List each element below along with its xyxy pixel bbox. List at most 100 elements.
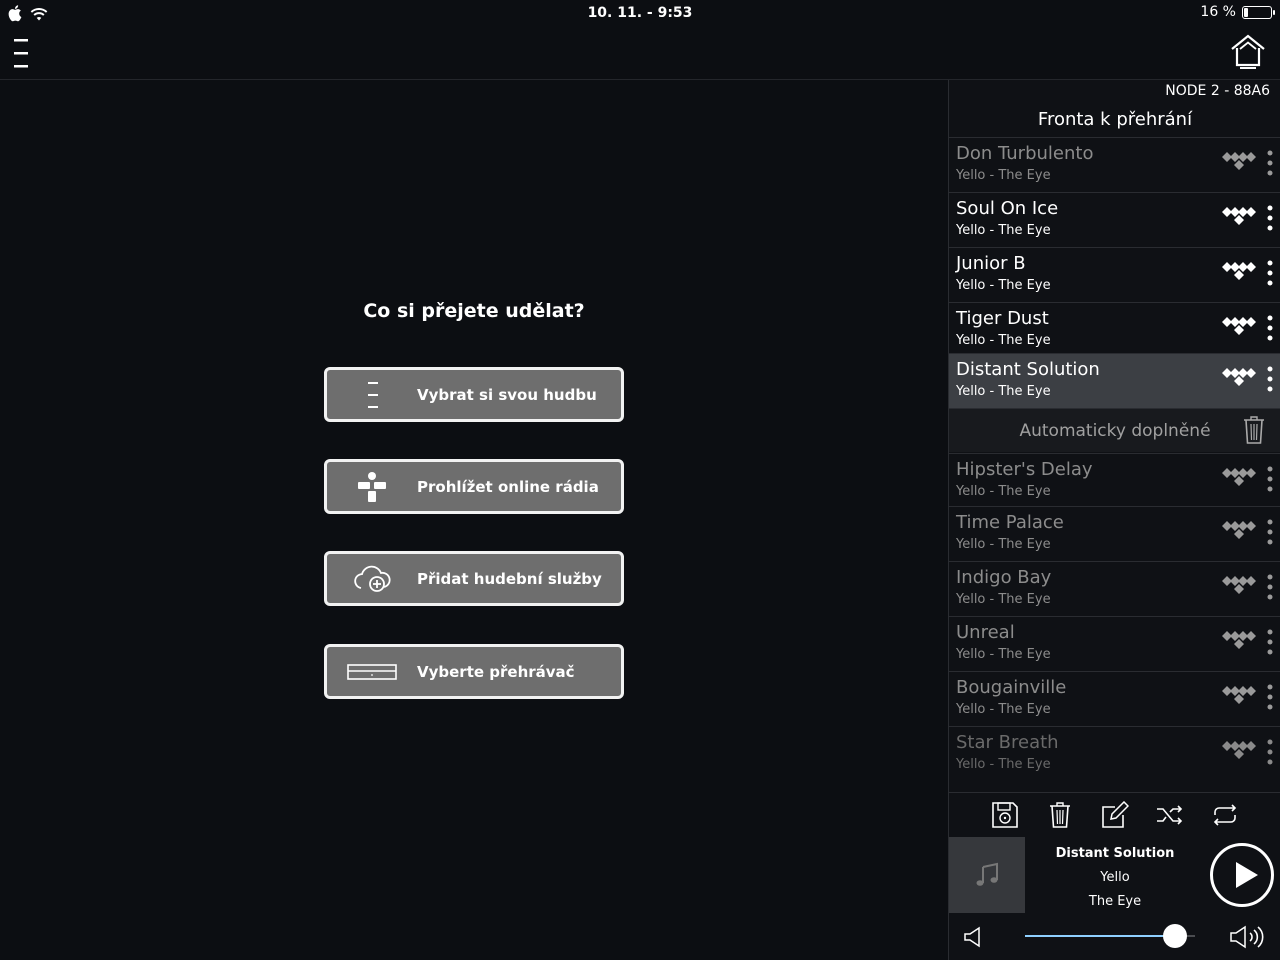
edit-queue-icon[interactable] [1100, 800, 1130, 830]
more-options-icon[interactable] [1265, 364, 1275, 396]
clear-queue-trash-icon[interactable] [1045, 800, 1075, 830]
track-title: Unreal [956, 622, 1015, 643]
queue-panel: NODE 2 - 88A6 Fronta k přehrání Don Turb… [948, 80, 1280, 960]
now-playing-title: Distant Solution [1055, 846, 1175, 861]
volume-knob[interactable] [1162, 924, 1187, 948]
track-subtitle: Yello - The Eye [956, 702, 1051, 717]
battery-icon [1242, 5, 1275, 19]
queue-item-current[interactable]: Distant Solution Yello - The Eye [949, 353, 1280, 408]
queue-item[interactable]: Tiger Dust Yello - The Eye [949, 302, 1280, 357]
add-services-button[interactable]: Přidat hudební služby [324, 551, 624, 606]
tidal-icon [1221, 575, 1259, 603]
queue-toolbar [949, 792, 1280, 836]
more-options-icon[interactable] [1265, 517, 1275, 549]
menu-button[interactable] [10, 36, 36, 70]
tidal-icon [1221, 685, 1259, 713]
add-services-label: Přidat hudební služby [417, 569, 602, 588]
queue-item[interactable]: Unreal Yello - The Eye [949, 616, 1280, 671]
track-title: Tiger Dust [956, 308, 1049, 329]
choose-music-label: Vybrat si svou hudbu [417, 385, 597, 404]
track-subtitle: Yello - The Eye [956, 757, 1051, 772]
choose-music-button[interactable]: Vybrat si svou hudbu [324, 367, 624, 422]
music-note-icon [976, 862, 998, 886]
battery-percent: 16 % [1200, 4, 1236, 20]
track-subtitle: Yello - The Eye [956, 223, 1051, 238]
play-button[interactable] [1210, 843, 1274, 907]
hamburger-icon [14, 39, 28, 68]
track-subtitle: Yello - The Eye [956, 592, 1051, 607]
volume-low-icon[interactable] [963, 926, 983, 952]
clock: 10. 11. - 9:53 [587, 5, 693, 21]
more-options-icon[interactable] [1265, 627, 1275, 659]
player-device-icon [327, 663, 417, 681]
track-subtitle: Yello - The Eye [956, 278, 1051, 293]
more-options-icon[interactable] [1265, 682, 1275, 714]
volume-control [949, 916, 1280, 960]
more-options-icon[interactable] [1265, 148, 1275, 180]
home-button[interactable] [1228, 32, 1268, 72]
browse-radio-button[interactable]: Prohlížet online rádia [324, 459, 624, 514]
tidal-icon [1221, 740, 1259, 768]
tidal-icon [1221, 630, 1259, 658]
track-subtitle: Yello - The Eye [956, 647, 1051, 662]
node-name: NODE 2 - 88A6 [1165, 83, 1270, 99]
queue-item[interactable]: Don Turbulento Yello - The Eye [949, 137, 1280, 192]
track-title: Indigo Bay [956, 567, 1052, 588]
queue-item[interactable]: Soul On Ice Yello - The Eye [949, 192, 1280, 247]
now-playing-album: The Eye [1088, 894, 1142, 909]
track-title: Star Breath [956, 732, 1059, 753]
more-options-icon[interactable] [1265, 313, 1275, 345]
track-subtitle: Yello - The Eye [956, 537, 1051, 552]
page-title: Co si přejete udělat? [363, 300, 585, 322]
tidal-icon [1221, 151, 1259, 179]
queue-item[interactable]: Bougainville Yello - The Eye [949, 671, 1280, 726]
browse-radio-label: Prohlížet online rádia [417, 477, 599, 496]
volume-slider[interactable] [1025, 924, 1195, 948]
tidal-icon [1221, 520, 1259, 548]
track-subtitle: Yello - The Eye [956, 484, 1051, 499]
queue-item[interactable]: Star Breath Yello - The Eye [949, 726, 1280, 781]
track-subtitle: Yello - The Eye [956, 333, 1051, 348]
queue-item[interactable]: Indigo Bay Yello - The Eye [949, 561, 1280, 616]
main-area: Co si přejete udělat? Vybrat si svou hud… [0, 80, 948, 960]
tidal-icon [1221, 367, 1259, 395]
more-options-icon[interactable] [1265, 258, 1275, 290]
album-art[interactable] [949, 837, 1025, 913]
track-title: Hipster's Delay [956, 459, 1093, 480]
clear-auto-trash-icon[interactable] [1243, 415, 1265, 449]
now-playing-info: Distant Solution Yello The Eye [1029, 842, 1201, 914]
choose-player-label: Vyberte přehrávač [417, 662, 575, 681]
tidal-icon [1221, 316, 1259, 344]
volume-high-icon[interactable] [1229, 924, 1269, 954]
tunein-icon [327, 471, 417, 503]
more-options-icon[interactable] [1265, 572, 1275, 604]
track-subtitle: Yello - The Eye [956, 384, 1051, 399]
repeat-icon[interactable] [1210, 800, 1240, 830]
tidal-icon [1221, 467, 1259, 495]
tidal-icon [1221, 261, 1259, 289]
choose-player-button[interactable]: Vyberte přehrávač [324, 644, 624, 699]
track-title: Bougainville [956, 677, 1067, 698]
tidal-icon [1221, 206, 1259, 234]
track-title: Distant Solution [956, 359, 1100, 380]
status-bar: 10. 11. - 9:53 16 % [0, 0, 1280, 26]
music-list-icon [327, 380, 417, 410]
queue-title: Fronta k přehrání [1037, 109, 1193, 130]
now-playing-artist: Yello [1100, 870, 1130, 885]
home-icon [1231, 34, 1265, 69]
auto-filled-header: Automaticky doplněné [949, 408, 1280, 452]
track-subtitle: Yello - The Eye [956, 168, 1051, 183]
track-title: Don Turbulento [956, 143, 1094, 164]
queue-item[interactable]: Hipster's Delay Yello - The Eye [949, 453, 1280, 508]
track-title: Junior B [956, 253, 1026, 274]
save-queue-icon[interactable] [990, 800, 1020, 830]
more-options-icon[interactable] [1265, 737, 1275, 769]
more-options-icon[interactable] [1265, 203, 1275, 235]
queue-item[interactable]: Time Palace Yello - The Eye [949, 506, 1280, 561]
shuffle-icon[interactable] [1155, 800, 1185, 830]
more-options-icon[interactable] [1265, 464, 1275, 496]
top-bar [0, 26, 1280, 80]
queue-item[interactable]: Junior B Yello - The Eye [949, 247, 1280, 302]
auto-filled-label: Automaticky doplněné [1019, 421, 1211, 441]
track-title: Time Palace [956, 512, 1064, 533]
